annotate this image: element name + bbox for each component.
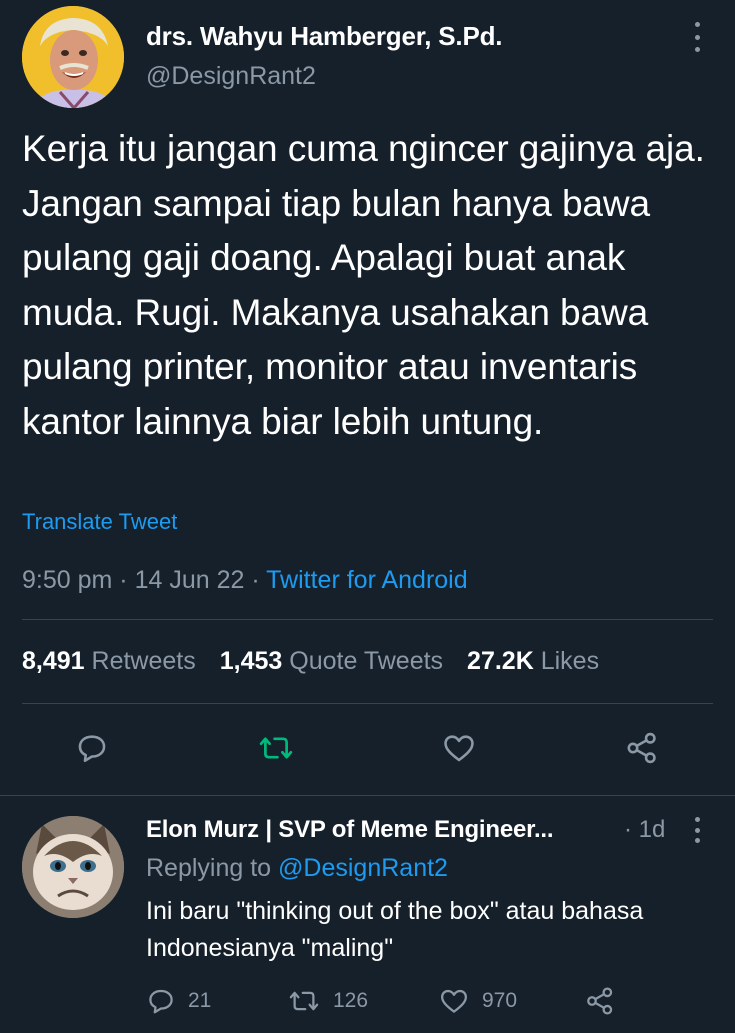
reply-time[interactable]: · 1d (624, 813, 665, 847)
like-count: 970 (482, 989, 518, 1012)
share-icon (627, 732, 656, 764)
retweet-icon (259, 737, 293, 759)
author-avatar[interactable] (22, 6, 124, 108)
replying-label: Replying to (146, 854, 272, 882)
likes-stat[interactable]: 27.2K Likes (467, 647, 599, 675)
reply-retweet-button[interactable]: 126 (287, 982, 368, 1020)
reply-author-name[interactable]: Elon Murz | SVP of Meme Engineer... (146, 813, 554, 847)
meta-separator: · (112, 566, 135, 594)
more-icon[interactable] (691, 22, 703, 52)
reply-icon (78, 735, 106, 763)
author-display-name[interactable]: drs. Wahyu Hamberger, S.Pd. (146, 20, 502, 52)
retweets-label: Retweets (91, 647, 196, 675)
divider (22, 619, 713, 620)
meta-separator: · (244, 566, 267, 594)
share-icon (587, 987, 613, 1015)
retweets-count: 8,491 (22, 647, 85, 675)
quotes-label: Quote Tweets (289, 647, 444, 675)
quotes-count: 1,453 (219, 647, 283, 675)
like-icon (444, 735, 474, 762)
reply-count: 21 (188, 989, 212, 1012)
section-divider (0, 795, 735, 796)
reply-icon (149, 989, 173, 1014)
author-handle[interactable]: @DesignRant2 (146, 60, 316, 92)
reply-reply-button[interactable]: 21 (146, 982, 211, 1020)
tweet-source-link[interactable]: Twitter for Android (266, 566, 467, 594)
retweet-count: 126 (333, 989, 369, 1012)
tweet-meta: 9:50 pm · 14 Jun 22 · Twitter for Androi… (22, 562, 468, 598)
retweets-stat[interactable]: 8,491 Retweets (22, 647, 196, 675)
tweet-stats: 8,491 Retweets 1,453 Quote Tweets 27.2K Li… (22, 643, 623, 679)
reply-author-avatar[interactable] (22, 816, 124, 918)
reply-more-icon[interactable] (691, 817, 703, 843)
tweet-text: Kerja itu jangan cuma ngincer gajinya aj… (22, 128, 705, 442)
like-button[interactable] (437, 726, 481, 770)
retweet-icon (289, 991, 319, 1011)
replying-to-mention[interactable]: @DesignRant2 (278, 854, 448, 882)
replying-to: Replying to @DesignRant2 (146, 851, 448, 885)
likes-count: 27.2K (467, 647, 534, 675)
reply-text: Ini baru "thinking out of the box" atau … (146, 897, 644, 962)
reply-share-button[interactable] (584, 982, 628, 1020)
tweet-time[interactable]: 9:50 pm (22, 566, 112, 594)
like-icon (441, 989, 467, 1013)
reply-button[interactable] (70, 726, 114, 770)
likes-label: Likes (540, 647, 600, 675)
tweet-date[interactable]: 14 Jun 22 (135, 566, 245, 594)
quote-tweets-stat[interactable]: 1,453 Quote Tweets (220, 647, 443, 675)
divider (22, 703, 713, 704)
share-button[interactable] (620, 726, 664, 770)
reply-like-button[interactable]: 970 (438, 982, 517, 1020)
translate-tweet-link[interactable]: Translate Tweet (22, 506, 177, 538)
retweet-button[interactable] (254, 726, 298, 770)
